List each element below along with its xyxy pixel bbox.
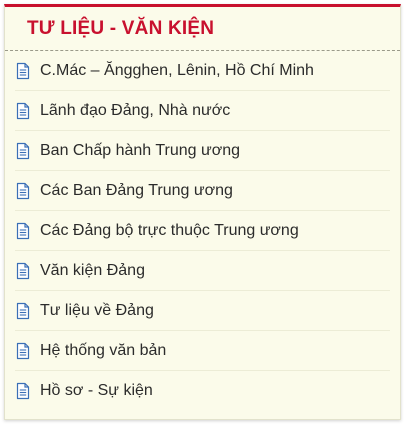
menu-item[interactable]: Ban Chấp hành Trung ương [15,131,390,171]
document-icon [15,302,31,320]
document-icon [15,142,31,160]
menu-item-label[interactable]: Hồ sơ - Sự kiện [40,381,153,401]
document-icon [15,182,31,200]
document-icon [15,382,31,400]
menu-item-label[interactable]: Các Đảng bộ trực thuộc Trung ương [40,221,299,241]
menu-item[interactable]: Lãnh đạo Đảng, Nhà nước [15,91,390,131]
menu-item[interactable]: Các Đảng bộ trực thuộc Trung ương [15,211,390,251]
documents-panel: TƯ LIỆU - VĂN KIỆN C.Mác – Ăngghen, Lêni… [4,4,401,420]
menu-item-label[interactable]: Tư liệu về Đảng [40,301,154,321]
document-icon [15,222,31,240]
panel-header: TƯ LIỆU - VĂN KIỆN [5,7,400,51]
menu-item-label[interactable]: Các Ban Đảng Trung ương [40,181,233,201]
document-icon [15,102,31,120]
menu-item[interactable]: Tư liệu về Đảng [15,291,390,331]
menu-item-label[interactable]: Văn kiện Đảng [40,261,145,281]
menu-item[interactable]: Văn kiện Đảng [15,251,390,291]
document-icon [15,342,31,360]
panel-title[interactable]: TƯ LIỆU - VĂN KIỆN [27,17,400,41]
menu-item[interactable]: Hệ thống văn bản [15,331,390,371]
menu-item[interactable]: C.Mác – Ăngghen, Lênin, Hồ Chí Minh [15,51,390,91]
menu-item-label[interactable]: Hệ thống văn bản [40,341,166,361]
document-icon [15,62,31,80]
menu-item-label[interactable]: Lãnh đạo Đảng, Nhà nước [40,101,230,121]
menu-item-label[interactable]: C.Mác – Ăngghen, Lênin, Hồ Chí Minh [40,61,314,81]
document-icon [15,262,31,280]
menu-list: C.Mác – Ăngghen, Lênin, Hồ Chí Minh Lãnh… [5,51,400,410]
menu-item-label[interactable]: Ban Chấp hành Trung ương [40,141,240,161]
menu-item[interactable]: Các Ban Đảng Trung ương [15,171,390,211]
menu-item[interactable]: Hồ sơ - Sự kiện [15,371,390,410]
